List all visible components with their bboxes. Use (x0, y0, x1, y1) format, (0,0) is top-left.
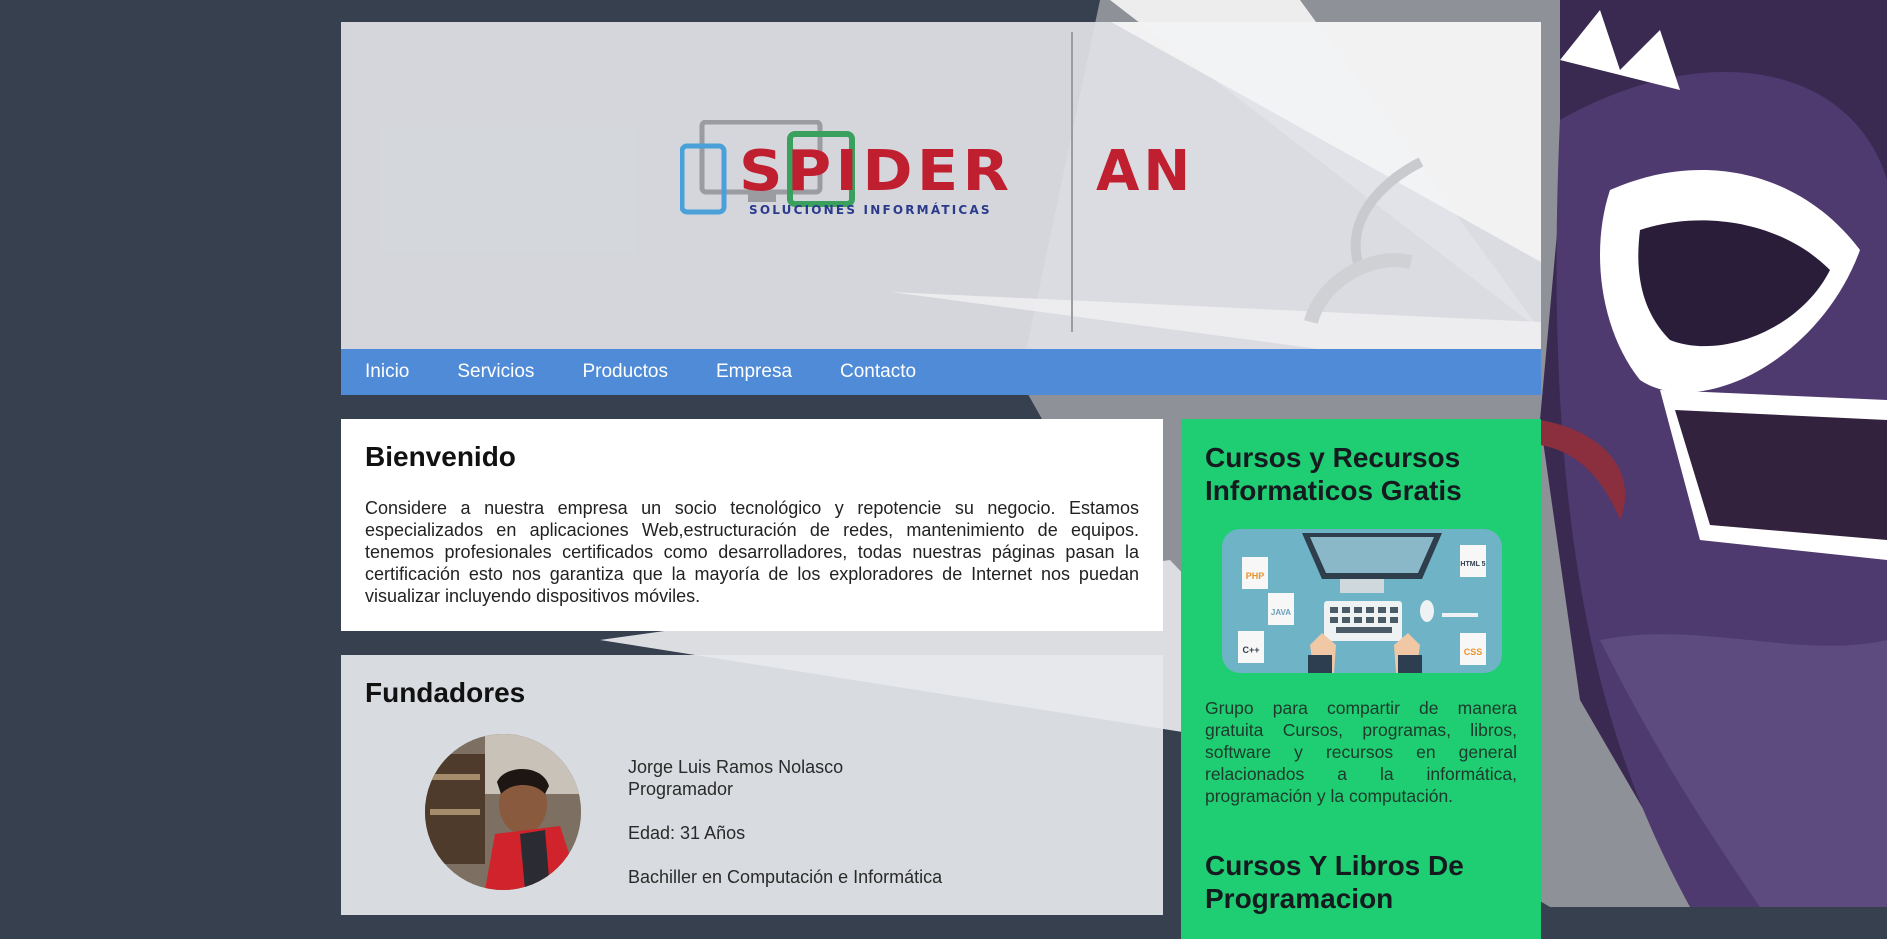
left-column: Bienvenido Considere a nuestra empresa u… (341, 419, 1163, 939)
coding-illustration-image[interactable]: PHP JAVA C++ HTML 5 CSS (1222, 529, 1502, 673)
java-icon: JAVA (1271, 608, 1291, 617)
cpp-icon: C++ (1242, 645, 1259, 655)
welcome-title: Bienvenido (365, 441, 516, 472)
welcome-text: Considere a nuestra empresa un socio tec… (365, 498, 1139, 606)
founder-info: Jorge Luis Ramos Nolasco Programador Eda… (628, 756, 942, 888)
logo-tagline: SOLUCIONES INFORMÁTICAS (749, 203, 992, 217)
founder-name: Jorge Luis Ramos Nolasco (628, 757, 844, 777)
nav-item-productos[interactable]: Productos (582, 361, 668, 383)
sidebar-courses: Cursos y Recursos Informaticos Gratis PH… (1181, 419, 1541, 939)
main-nav: Inicio Servicios Productos Empresa Conta… (341, 349, 1541, 395)
page-container: SPIDER AN SOLUCIONES INFORMÁTICAS Inicio… (341, 22, 1541, 939)
nav-item-contacto[interactable]: Contacto (840, 361, 916, 383)
main-content: Bienvenido Considere a nuestra empresa u… (341, 419, 1541, 939)
css-icon: CSS (1464, 647, 1483, 657)
logo-wordmark-tail: AN (1096, 139, 1195, 204)
founders-title: Fundadores (365, 677, 526, 708)
nav-item-empresa[interactable]: Empresa (716, 361, 792, 383)
founder-degree: Bachiller en Computación e Informática (628, 867, 943, 887)
sidebar-title: Cursos y Recursos Informaticos Gratis (1205, 442, 1462, 506)
php-icon: PHP (1246, 571, 1265, 581)
sidebar-second-title: Cursos Y Libros De Programacion (1205, 850, 1464, 914)
html5-icon: HTML 5 (1460, 561, 1485, 568)
founder-role: Programador (628, 779, 734, 799)
nav-item-inicio[interactable]: Inicio (365, 361, 409, 383)
sidebar-description: Grupo para compartir de manera gratuita … (1205, 698, 1517, 806)
welcome-section: Bienvenido Considere a nuestra empresa u… (341, 419, 1163, 631)
founders-section: Fundadores Jorge Luis Ramos Nolasco Prog… (341, 655, 1163, 915)
logo-wordmark: SPIDER (739, 139, 1014, 204)
founder-avatar (425, 734, 581, 890)
nav-item-servicios[interactable]: Servicios (457, 361, 534, 383)
site-header: SPIDER AN SOLUCIONES INFORMÁTICAS (341, 22, 1541, 349)
founder-age: Edad: 31 Años (628, 823, 746, 843)
